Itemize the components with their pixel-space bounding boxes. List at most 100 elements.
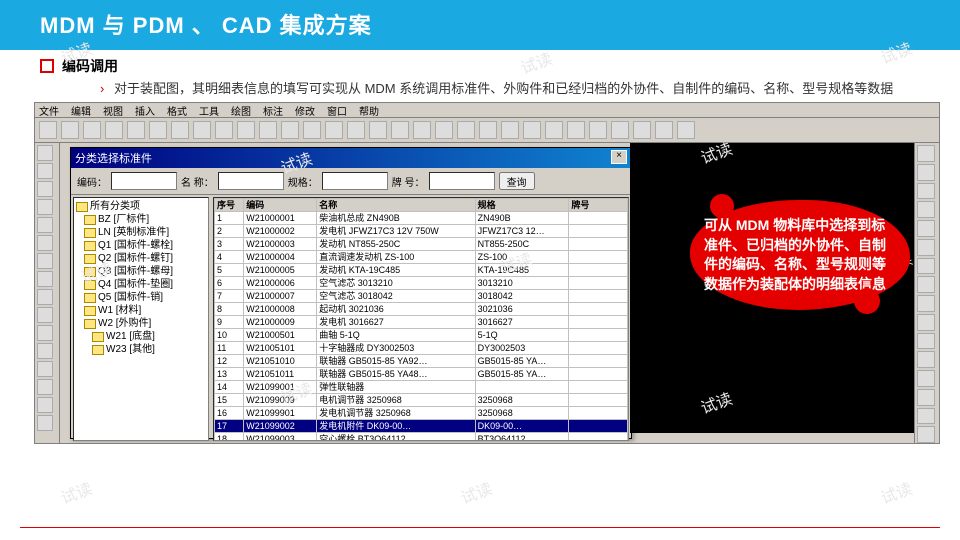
toolbar-button[interactable] bbox=[677, 121, 695, 139]
table-row[interactable]: 4W21000004直流调速发动机 ZS-100ZS-100 bbox=[215, 251, 628, 264]
tool-button[interactable] bbox=[917, 145, 935, 162]
toolbar-button[interactable] bbox=[523, 121, 541, 139]
toolbar-button[interactable] bbox=[237, 121, 255, 139]
toolbar-button[interactable] bbox=[83, 121, 101, 139]
column-header[interactable]: 规格 bbox=[475, 199, 569, 212]
table-row[interactable]: 16W21099901发电机调节器 32509683250968 bbox=[215, 407, 628, 420]
brand-input[interactable] bbox=[429, 172, 495, 190]
tool-button[interactable] bbox=[917, 426, 935, 443]
toolbar-button[interactable] bbox=[215, 121, 233, 139]
tool-button[interactable] bbox=[37, 397, 53, 413]
table-row[interactable]: 8W21000008起动机 30210363021036 bbox=[215, 303, 628, 316]
tree-node[interactable]: W21 [底盘] bbox=[76, 330, 206, 343]
category-tree[interactable]: 所有分类项BZ [厂标件]LN [英制标准件]Q1 [国标件-螺栓]Q2 [国标… bbox=[73, 197, 209, 441]
toolbar-button[interactable] bbox=[545, 121, 563, 139]
table-row[interactable]: 9W21000009发电机 30166273016627 bbox=[215, 316, 628, 329]
table-row[interactable]: 15W21099009电机调节器 32509683250968 bbox=[215, 394, 628, 407]
toolbar-button[interactable] bbox=[149, 121, 167, 139]
tool-button[interactable] bbox=[37, 235, 53, 251]
close-icon[interactable]: × bbox=[611, 150, 627, 164]
results-grid[interactable]: 序号编码名称规格牌号1W21000001柴油机总成 ZN490BZN490B2W… bbox=[213, 197, 629, 441]
toolbar-button[interactable] bbox=[61, 121, 79, 139]
toolbar-button[interactable] bbox=[39, 121, 57, 139]
tool-button[interactable] bbox=[917, 333, 935, 350]
table-row[interactable]: 10W21000501曲轴 5-1Q5-1Q bbox=[215, 329, 628, 342]
menu-item[interactable]: 修改 bbox=[295, 103, 315, 118]
tool-button[interactable] bbox=[917, 276, 935, 293]
tool-button[interactable] bbox=[37, 253, 53, 269]
tree-node[interactable]: Q5 [国标件-销] bbox=[76, 291, 206, 304]
menu-item[interactable]: 文件 bbox=[39, 103, 59, 118]
tool-button[interactable] bbox=[917, 164, 935, 181]
tool-button[interactable] bbox=[917, 314, 935, 331]
tree-node[interactable]: 所有分类项 bbox=[76, 200, 206, 213]
table-row[interactable]: 5W21000005发动机 KTA-19C485KTA-19C485 bbox=[215, 264, 628, 277]
toolbar-button[interactable] bbox=[347, 121, 365, 139]
table-row[interactable]: 17W21099002发电机附件 DK09-00…DK09-00… bbox=[215, 420, 628, 433]
table-row[interactable]: 13W21051011联轴器 GB5015-85 YA48…GB5015-85 … bbox=[215, 368, 628, 381]
toolbar-button[interactable] bbox=[193, 121, 211, 139]
table-row[interactable]: 3W21000003发动机 NT855-250CNT855-250C bbox=[215, 238, 628, 251]
tree-node[interactable]: W2 [外购件] bbox=[76, 317, 206, 330]
tool-button[interactable] bbox=[37, 181, 53, 197]
tool-button[interactable] bbox=[917, 408, 935, 425]
column-header[interactable]: 序号 bbox=[215, 199, 244, 212]
table-row[interactable]: 7W21000007空气滤芯 30180423018042 bbox=[215, 290, 628, 303]
column-header[interactable]: 名称 bbox=[317, 199, 475, 212]
column-header[interactable]: 牌号 bbox=[569, 199, 628, 212]
tool-button[interactable] bbox=[917, 351, 935, 368]
toolbar-button[interactable] bbox=[127, 121, 145, 139]
tool-button[interactable] bbox=[917, 389, 935, 406]
tree-node[interactable]: LN [英制标准件] bbox=[76, 226, 206, 239]
table-row[interactable]: 14W21099001弹性联轴器 bbox=[215, 381, 628, 394]
toolbar-button[interactable] bbox=[457, 121, 475, 139]
dialog-titlebar[interactable]: 分类选择标准件 × bbox=[71, 148, 631, 168]
spec-input[interactable] bbox=[322, 172, 388, 190]
toolbar-button[interactable] bbox=[171, 121, 189, 139]
tree-node[interactable]: BZ [厂标件] bbox=[76, 213, 206, 226]
tool-button[interactable] bbox=[917, 239, 935, 256]
menu-item[interactable]: 插入 bbox=[135, 103, 155, 118]
tool-button[interactable] bbox=[917, 370, 935, 387]
table-row[interactable]: 6W21000006空气滤芯 30132103013210 bbox=[215, 277, 628, 290]
menu-item[interactable]: 绘图 bbox=[231, 103, 251, 118]
tool-button[interactable] bbox=[917, 201, 935, 218]
menu-item[interactable]: 编辑 bbox=[71, 103, 91, 118]
table-row[interactable]: 18W21099003空心螺栓 BT3Q64112BT3Q64112 bbox=[215, 433, 628, 442]
tree-node[interactable]: Q3 [国标件-螺母] bbox=[76, 265, 206, 278]
toolbar-button[interactable] bbox=[303, 121, 321, 139]
toolbar-button[interactable] bbox=[589, 121, 607, 139]
toolbar-button[interactable] bbox=[413, 121, 431, 139]
toolbar-button[interactable] bbox=[435, 121, 453, 139]
tree-node[interactable]: W1 [材料] bbox=[76, 304, 206, 317]
toolbar-button[interactable] bbox=[655, 121, 673, 139]
toolbar-button[interactable] bbox=[391, 121, 409, 139]
tool-button[interactable] bbox=[37, 217, 53, 233]
tool-button[interactable] bbox=[37, 415, 53, 431]
toolbar-button[interactable] bbox=[479, 121, 497, 139]
table-row[interactable]: 2W21000002发电机 JFWZ17C3 12V 750WJFWZ17C3 … bbox=[215, 225, 628, 238]
toolbar-button[interactable] bbox=[633, 121, 651, 139]
tree-node[interactable]: Q2 [国标件-螺钉] bbox=[76, 252, 206, 265]
toolbar-button[interactable] bbox=[369, 121, 387, 139]
column-header[interactable]: 编码 bbox=[244, 199, 317, 212]
tree-node[interactable]: W23 [其他] bbox=[76, 343, 206, 356]
toolbar-button[interactable] bbox=[105, 121, 123, 139]
tool-button[interactable] bbox=[37, 163, 53, 179]
tool-button[interactable] bbox=[917, 295, 935, 312]
toolbar-button[interactable] bbox=[259, 121, 277, 139]
tool-button[interactable] bbox=[37, 289, 53, 305]
menu-item[interactable]: 工具 bbox=[199, 103, 219, 118]
menu-item[interactable]: 视图 bbox=[103, 103, 123, 118]
tool-button[interactable] bbox=[917, 220, 935, 237]
tool-button[interactable] bbox=[917, 258, 935, 275]
tool-button[interactable] bbox=[37, 379, 53, 395]
toolbar-button[interactable] bbox=[501, 121, 519, 139]
name-input[interactable] bbox=[218, 172, 284, 190]
toolbar-button[interactable] bbox=[611, 121, 629, 139]
search-button[interactable]: 查询 bbox=[499, 172, 535, 190]
table-row[interactable]: 1W21000001柴油机总成 ZN490BZN490B bbox=[215, 212, 628, 225]
tool-button[interactable] bbox=[37, 343, 53, 359]
tool-button[interactable] bbox=[37, 271, 53, 287]
toolbar-button[interactable] bbox=[567, 121, 585, 139]
